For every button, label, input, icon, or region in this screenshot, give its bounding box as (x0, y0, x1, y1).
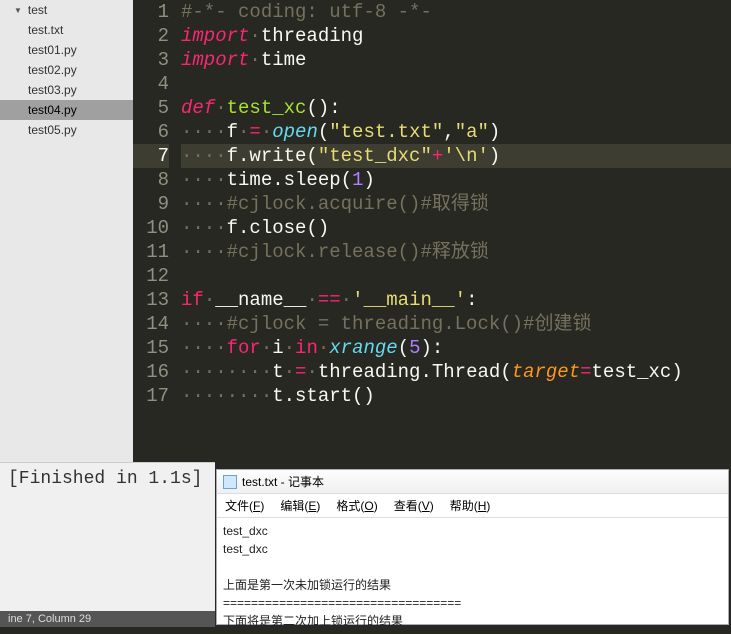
menu-item[interactable]: 帮助(H) (450, 497, 491, 514)
code-line: #-*- coding: utf-8 -*- (181, 1, 432, 23)
file-item[interactable]: test01.py (0, 40, 133, 60)
file-item[interactable]: test05.py (0, 120, 133, 140)
console-text: [Finished in 1.1s] (8, 469, 202, 489)
notepad-icon (223, 475, 237, 489)
notepad-window[interactable]: test.txt - 记事本 文件(F) 编辑(E) 格式(O) 查看(V) 帮助(H)… (216, 469, 729, 625)
status-bar: ine 7, Column 29 (0, 611, 215, 627)
notepad-text-area[interactable]: test_dxctest_dxc 上面是第一次未加锁运行的结果=========… (217, 518, 728, 634)
menu-item[interactable]: 编辑(E) (280, 497, 320, 514)
code-content[interactable]: #-*- coding: utf-8 -*- import·threading … (181, 0, 731, 462)
file-item[interactable]: test03.py (0, 80, 133, 100)
text-line: test_dxc (223, 522, 722, 540)
notepad-menu-bar: 文件(F) 编辑(E) 格式(O) 查看(V) 帮助(H) (217, 494, 728, 518)
line-gutter: 1234567891011121314151617 (133, 0, 181, 462)
cursor-position: ine 7, Column 29 (8, 613, 91, 625)
text-line: test_dxc (223, 540, 722, 558)
folder-item[interactable]: test (0, 0, 133, 20)
text-line: 上面是第一次未加锁运行的结果 (223, 576, 722, 594)
file-item[interactable]: test.txt (0, 20, 133, 40)
menu-item[interactable]: 格式(O) (336, 497, 377, 514)
file-item[interactable]: test04.py (0, 100, 133, 120)
text-line: ================================== (223, 594, 722, 612)
folder-label: test (28, 3, 47, 17)
code-editor[interactable]: 1234567891011121314151617 #-*- coding: u… (133, 0, 731, 462)
menu-item[interactable]: 查看(V) (394, 497, 434, 514)
file-tree-sidebar: test test.txttest01.pytest02.pytest03.py… (0, 0, 133, 462)
text-line: 下面将是第二次加上锁运行的结果 (223, 612, 722, 630)
notepad-title: test.txt - 记事本 (242, 473, 324, 490)
file-item[interactable]: test02.py (0, 60, 133, 80)
text-line (223, 558, 722, 576)
notepad-title-bar[interactable]: test.txt - 记事本 (217, 470, 728, 494)
menu-item[interactable]: 文件(F) (225, 497, 264, 514)
build-output-panel: [Finished in 1.1s] (0, 462, 215, 612)
